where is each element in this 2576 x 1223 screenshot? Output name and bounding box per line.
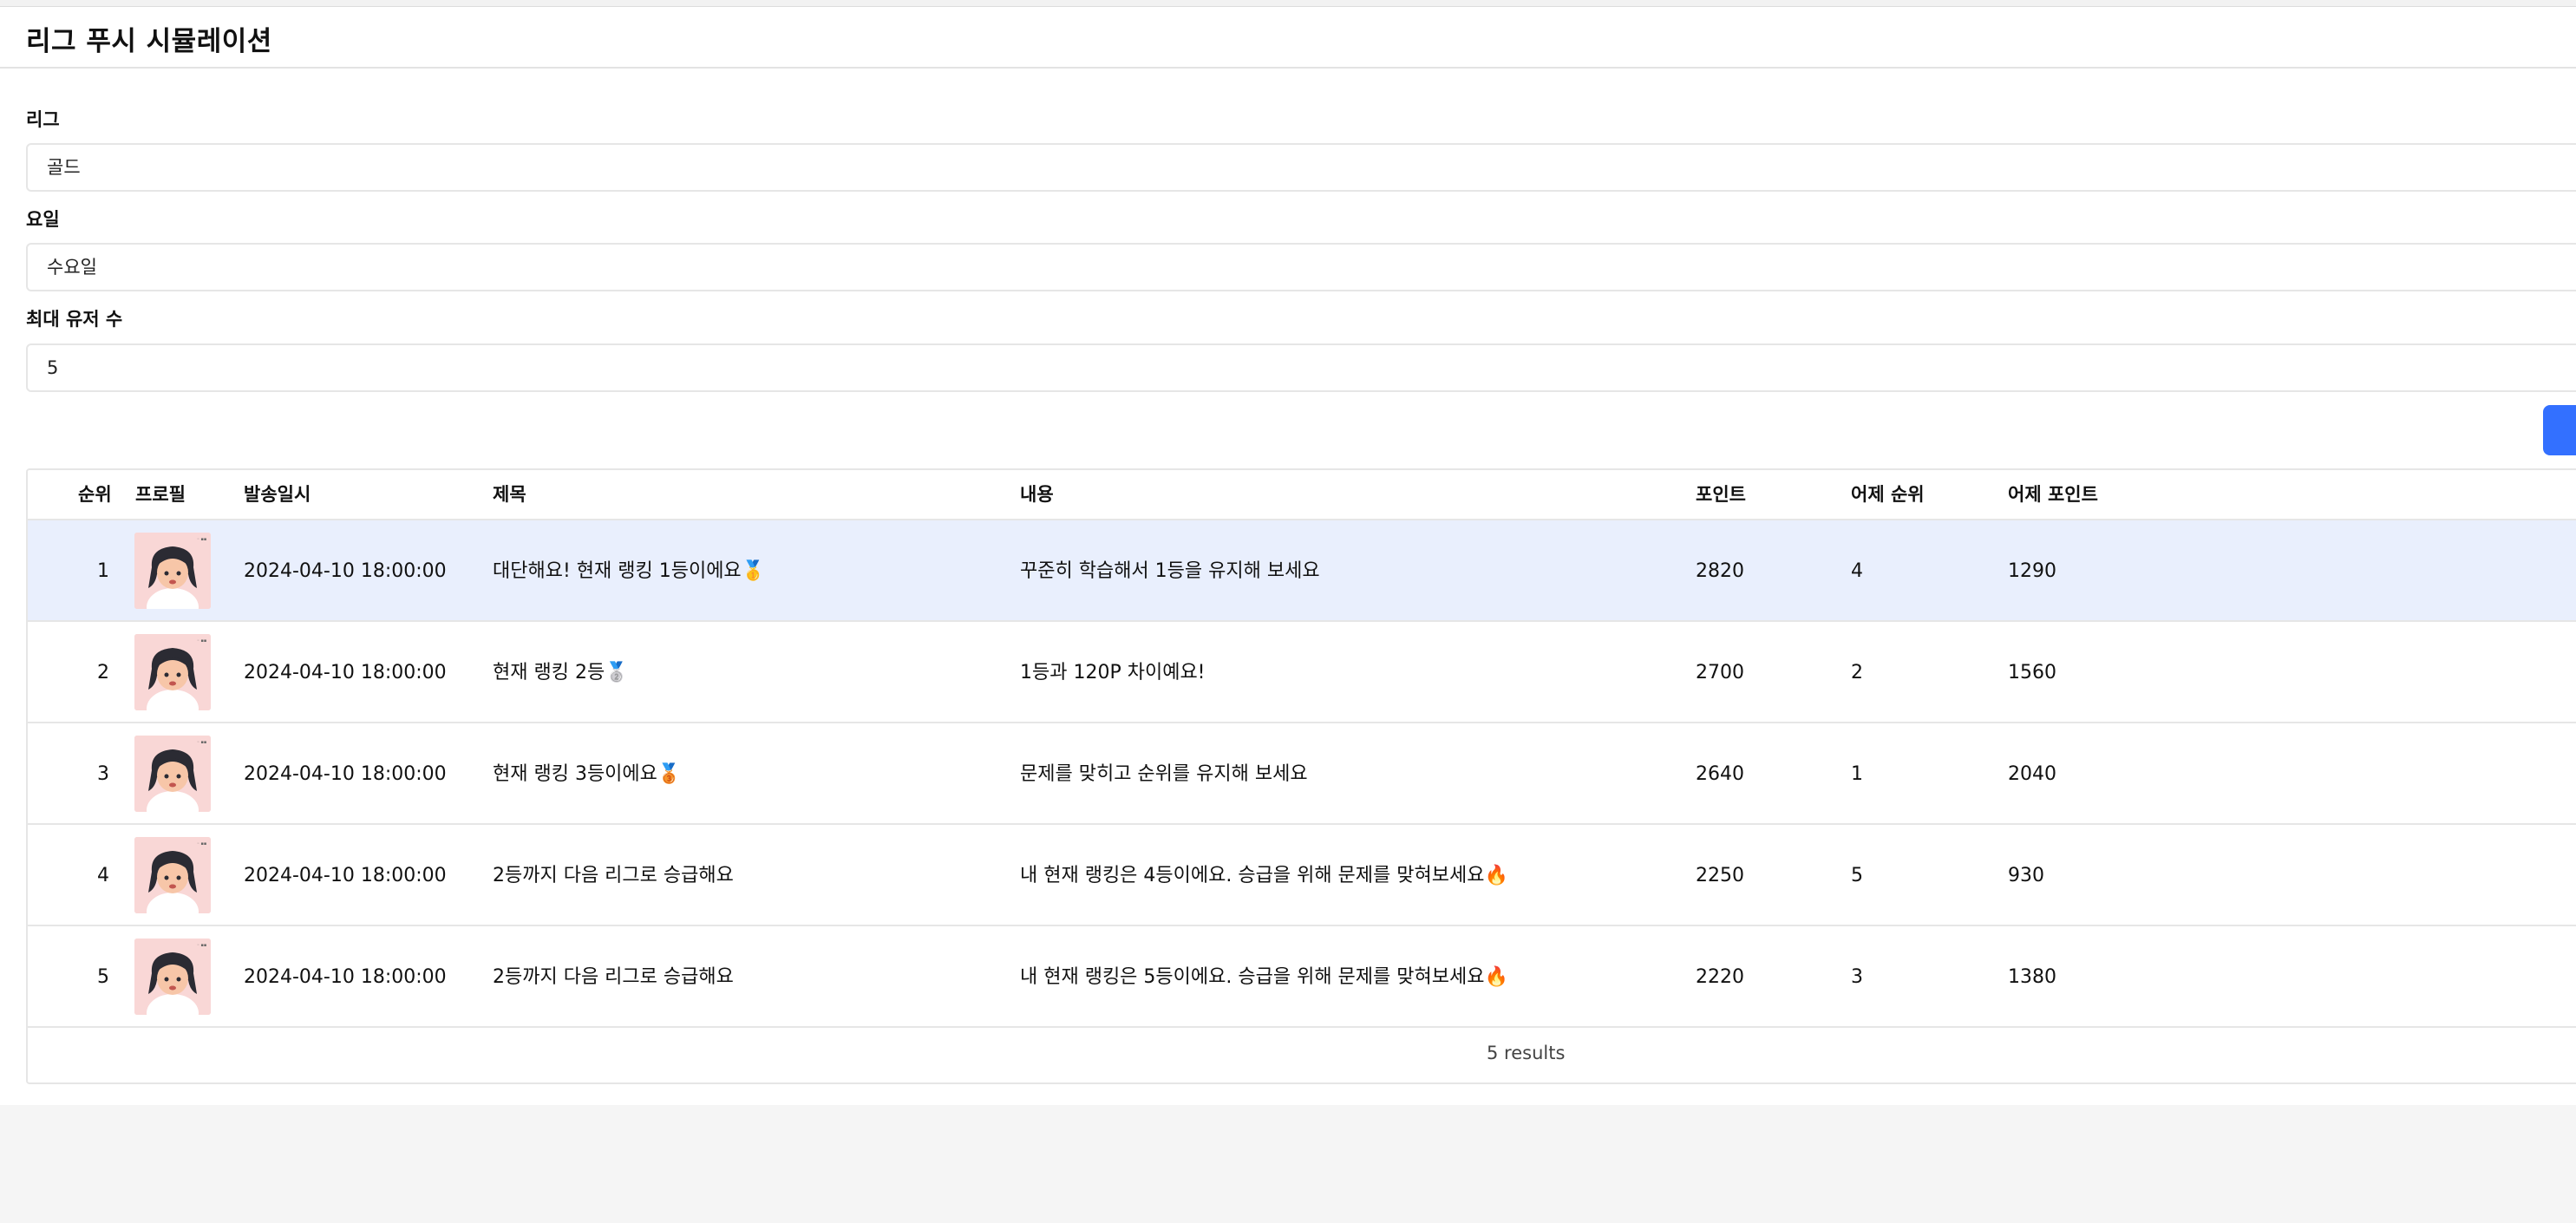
rank-cell: 3	[97, 763, 109, 785]
main-panel: 리그 푸시 시뮬레이션 리그 골드 요일 수요일 최대 유저 수 5 순위 프로…	[0, 7, 2576, 1105]
header-sent-at: 발송일시	[244, 484, 311, 505]
avatar: ◦ ▪▪	[134, 939, 211, 1015]
svg-text:◦ ▪▪: ◦ ▪▪	[197, 740, 206, 745]
rank-cell: 1	[97, 560, 109, 582]
header-yesterday-rank: 어제 순위	[1851, 484, 1925, 505]
page-header: 리그 푸시 시뮬레이션	[0, 7, 2576, 69]
table-row[interactable]: 1 ◦ ▪▪ 2024-04-10 18:00:00 대단해요! 현재 랭킹 1등…	[28, 520, 2576, 622]
table-row[interactable]: 3 ◦ ▪▪ 2024-04-10 18:00:00 현재 랭킹 3등이에요🥉 문제…	[28, 723, 2576, 825]
sent-at-cell: 2024-04-10 18:00:00	[244, 763, 447, 785]
girl-avatar-icon: ◦ ▪▪	[134, 837, 211, 913]
points-cell: 2700	[1696, 662, 1744, 683]
svg-text:◦ ▪▪: ◦ ▪▪	[197, 638, 206, 644]
content-cell: 내 현재 랭킹은 5등이에요. 승급을 위해 문제를 맞혀보세요🔥	[1020, 966, 1508, 988]
run-button[interactable]	[2543, 405, 2576, 455]
rank-cell: 5	[97, 966, 109, 988]
sent-at-cell: 2024-04-10 18:00:00	[244, 966, 447, 988]
rank-cell: 4	[97, 865, 109, 886]
rank-cell: 2	[97, 662, 109, 683]
yesterday-points-cell: 1380	[2008, 966, 2056, 988]
league-select[interactable]: 골드	[26, 143, 2576, 192]
yesterday-points-cell: 1560	[2008, 662, 2056, 683]
header-profile: 프로필	[135, 484, 186, 505]
content-cell: 문제를 맞히고 순위를 유지해 보세요	[1020, 763, 1308, 785]
table-header: 순위 프로필 발송일시 제목 내용 포인트 어제 순위 어제 포인트	[28, 470, 2576, 520]
points-cell: 2250	[1696, 865, 1744, 886]
svg-text:◦ ▪▪: ◦ ▪▪	[197, 841, 206, 847]
day-label: 요일	[26, 209, 60, 230]
title-cell: 대단해요! 현재 랭킹 1등이에요🥇	[493, 560, 766, 582]
table-row[interactable]: 4 ◦ ▪▪ 2024-04-10 18:00:00 2등까지 다음 리그로 승급…	[28, 825, 2576, 926]
avatar: ◦ ▪▪	[134, 533, 211, 609]
day-select[interactable]: 수요일	[26, 243, 2576, 291]
title-cell: 현재 랭킹 3등이에요🥉	[493, 763, 682, 785]
results-count: 5 results	[1487, 1043, 1566, 1063]
table-row[interactable]: 2 ◦ ▪▪ 2024-04-10 18:00:00 현재 랭킹 2등🥈 1등과 1…	[28, 622, 2576, 723]
table-row[interactable]: 5 ◦ ▪▪ 2024-04-10 18:00:00 2등까지 다음 리그로 승급…	[28, 926, 2576, 1028]
header-rank: 순위	[78, 484, 112, 505]
page-title: 리그 푸시 시뮬레이션	[26, 26, 272, 57]
yesterday-rank-cell: 1	[1851, 763, 1863, 785]
header-title: 제목	[493, 484, 526, 505]
girl-avatar-icon: ◦ ▪▪	[134, 736, 211, 812]
title-cell: 2등까지 다음 리그로 승급해요	[493, 966, 734, 988]
svg-text:◦ ▪▪: ◦ ▪▪	[197, 943, 206, 948]
yesterday-rank-cell: 2	[1851, 662, 1863, 683]
yesterday-rank-cell: 4	[1851, 560, 1863, 582]
header-yesterday-points: 어제 포인트	[2008, 484, 2098, 505]
sent-at-cell: 2024-04-10 18:00:00	[244, 662, 447, 683]
points-cell: 2820	[1696, 560, 1744, 582]
max-users-input[interactable]: 5	[26, 343, 2576, 392]
max-users-label: 최대 유저 수	[26, 309, 123, 330]
results-table: 순위 프로필 발송일시 제목 내용 포인트 어제 순위 어제 포인트 1 ◦ ▪…	[26, 468, 2576, 1084]
header-points: 포인트	[1696, 484, 1746, 505]
svg-text:◦ ▪▪: ◦ ▪▪	[197, 537, 206, 542]
points-cell: 2640	[1696, 763, 1744, 785]
content-cell: 1등과 120P 차이예요!	[1020, 662, 1206, 683]
girl-avatar-icon: ◦ ▪▪	[134, 939, 211, 1015]
avatar: ◦ ▪▪	[134, 837, 211, 913]
points-cell: 2220	[1696, 966, 1744, 988]
girl-avatar-icon: ◦ ▪▪	[134, 634, 211, 710]
content-cell: 꾸준히 학습해서 1등을 유지해 보세요	[1020, 560, 1320, 582]
table-footer: 5 results	[28, 1028, 2576, 1078]
avatar: ◦ ▪▪	[134, 634, 211, 710]
yesterday-rank-cell: 5	[1851, 865, 1863, 886]
league-label: 리그	[26, 109, 60, 130]
avatar: ◦ ▪▪	[134, 736, 211, 812]
sent-at-cell: 2024-04-10 18:00:00	[244, 560, 447, 582]
yesterday-points-cell: 1290	[2008, 560, 2056, 582]
top-bar	[0, 0, 2576, 7]
yesterday-points-cell: 930	[2008, 865, 2044, 886]
title-cell: 현재 랭킹 2등🥈	[493, 662, 629, 683]
title-cell: 2등까지 다음 리그로 승급해요	[493, 865, 734, 886]
girl-avatar-icon: ◦ ▪▪	[134, 533, 211, 609]
yesterday-rank-cell: 3	[1851, 966, 1863, 988]
content-cell: 내 현재 랭킹은 4등이에요. 승급을 위해 문제를 맞혀보세요🔥	[1020, 865, 1508, 886]
header-content: 내용	[1020, 484, 1054, 505]
yesterday-points-cell: 2040	[2008, 763, 2056, 785]
sent-at-cell: 2024-04-10 18:00:00	[244, 865, 447, 886]
